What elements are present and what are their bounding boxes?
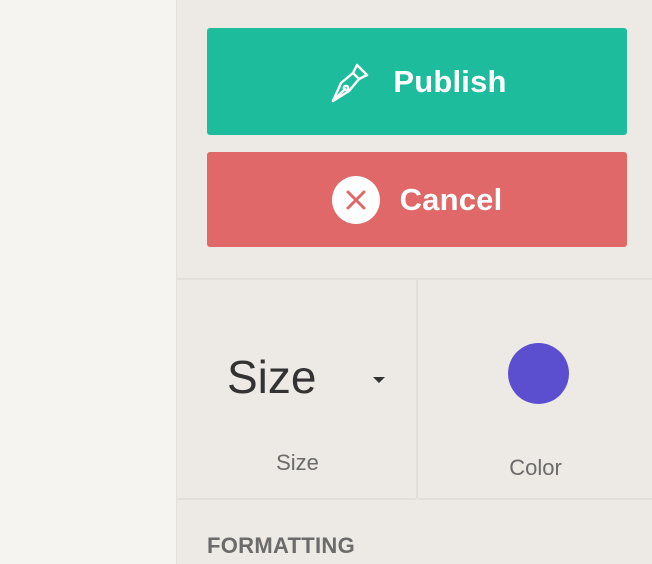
cancel-label: Cancel: [399, 181, 503, 217]
size-dropdown[interactable]: Size Size: [177, 280, 418, 500]
editor-area: [0, 0, 176, 564]
pen-nib-icon: [327, 59, 373, 105]
size-label: Size: [276, 450, 319, 475]
size-value: Size: [227, 351, 317, 403]
color-picker[interactable]: Color: [418, 280, 652, 500]
app-canvas: Publish Cancel Size Size Color FORMATTIN…: [0, 0, 652, 564]
side-panel: Publish Cancel Size Size Color FORMATTIN…: [176, 0, 652, 564]
publish-button[interactable]: Publish: [207, 28, 627, 135]
publish-label: Publish: [393, 63, 507, 99]
cancel-button[interactable]: Cancel: [207, 152, 627, 247]
close-circle-icon: [331, 175, 380, 224]
caret-down-icon: [373, 377, 385, 383]
color-swatch[interactable]: [508, 343, 569, 404]
color-label: Color: [509, 455, 562, 480]
formatting-section-title: FORMATTING: [207, 533, 356, 558]
